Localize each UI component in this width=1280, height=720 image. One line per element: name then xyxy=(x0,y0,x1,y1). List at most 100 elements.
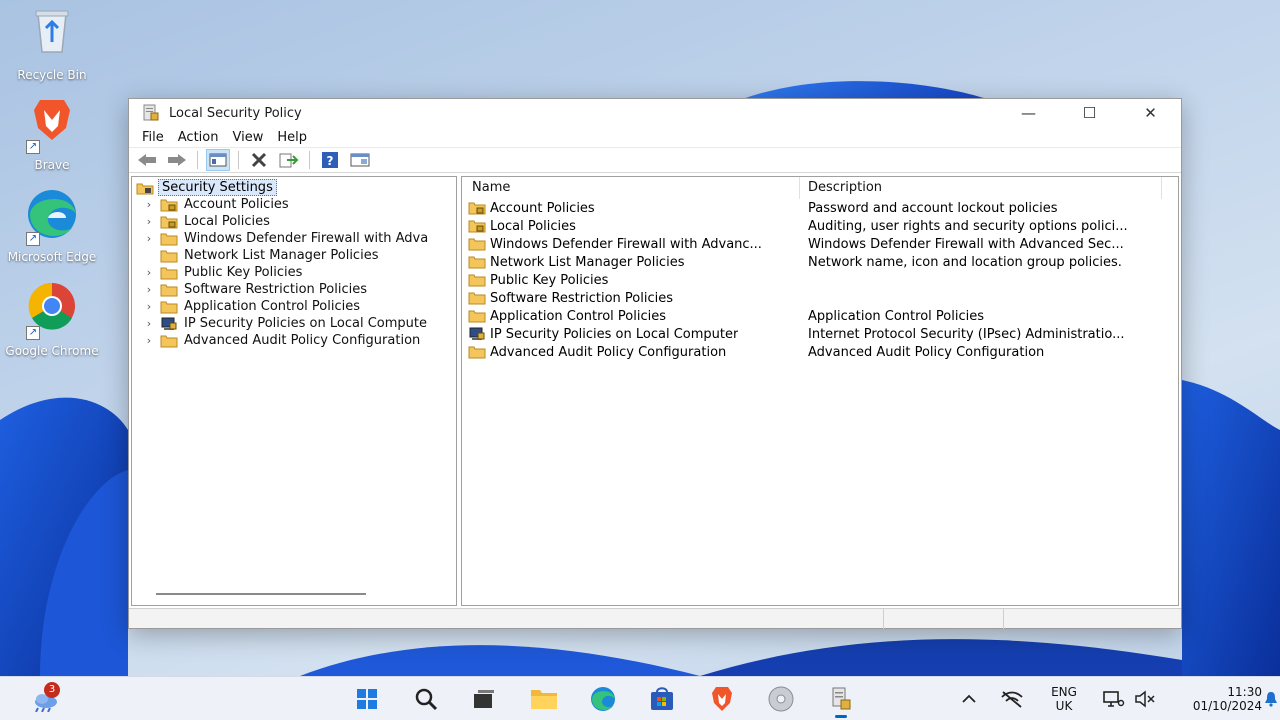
file-explorer-icon xyxy=(531,690,557,709)
row-description: Application Control Policies xyxy=(808,308,984,324)
expand-chevron-icon[interactable]: › xyxy=(138,232,160,245)
status-section xyxy=(129,609,884,629)
export-list-button[interactable] xyxy=(277,149,301,171)
task-view-button[interactable] xyxy=(467,683,501,715)
taskbar: 3 ENG UK 11:30 01/10/2024 xyxy=(0,676,1280,720)
disc-button[interactable] xyxy=(764,683,798,715)
row-name: Public Key Policies xyxy=(490,272,609,288)
help-icon: ? xyxy=(322,152,338,168)
row-name: Account Policies xyxy=(490,200,595,216)
expand-chevron-icon[interactable]: › xyxy=(138,300,160,313)
back-button[interactable] xyxy=(135,149,159,171)
tree-item-account-policies[interactable]: › Account Policies xyxy=(132,196,289,213)
brave-taskbar-button[interactable] xyxy=(705,683,739,715)
expand-chevron-icon[interactable]: › xyxy=(138,317,160,330)
search-button[interactable] xyxy=(409,683,443,715)
edge-taskbar-button[interactable] xyxy=(586,683,620,715)
close-button[interactable]: ✕ xyxy=(1120,99,1181,127)
notifications-button[interactable] xyxy=(1262,683,1280,715)
properties-button[interactable] xyxy=(348,149,372,171)
maximize-button[interactable]: ☐ xyxy=(1059,99,1120,127)
tree-item-windows-defender-firewall[interactable]: › Windows Defender Firewall with Adva xyxy=(132,230,428,247)
expand-chevron-icon[interactable]: › xyxy=(138,215,160,228)
show-hidden-icons-button[interactable] xyxy=(952,683,986,715)
input-language-indicator[interactable]: ENG UK xyxy=(1043,685,1085,713)
tree-root-security-settings[interactable]: Security Settings xyxy=(136,179,277,196)
list-row[interactable]: Account Policies Password and account lo… xyxy=(462,199,1152,217)
menu-help[interactable]: Help xyxy=(270,130,314,145)
menu-file[interactable]: File xyxy=(135,130,171,145)
tree-item-label: Local Policies xyxy=(184,214,270,229)
lock-folder-icon xyxy=(468,220,486,233)
title-bar[interactable]: Local Security Policy — ☐ ✕ xyxy=(129,99,1181,127)
desktop-icon-recycle-bin[interactable]: Recycle Bin xyxy=(2,6,102,82)
list-row[interactable]: IP Security Policies on Local Computer I… xyxy=(462,325,1152,343)
list-row[interactable]: Public Key Policies xyxy=(462,271,1152,289)
tree-item-label: Advanced Audit Policy Configuration xyxy=(184,333,421,348)
display-settings-button[interactable] xyxy=(1097,683,1131,715)
list-row[interactable]: Software Restriction Policies xyxy=(462,289,1152,307)
delete-button[interactable] xyxy=(247,149,271,171)
network-status-button[interactable] xyxy=(995,683,1029,715)
list-row[interactable]: Network List Manager Policies Network na… xyxy=(462,253,1152,271)
recycle-bin-icon xyxy=(22,6,82,66)
list-row[interactable]: Application Control Policies Application… xyxy=(462,307,1152,325)
desktop-icon-edge[interactable]: ↗ Microsoft Edge xyxy=(2,188,102,264)
desktop-icon-label: Google Chrome xyxy=(5,344,99,358)
list-row[interactable]: Local Policies Auditing, user rights and… xyxy=(462,217,1152,235)
console-tree-pane[interactable]: Security Settings › Account Policies › L… xyxy=(131,176,457,606)
local-security-policy-icon xyxy=(832,687,851,710)
store-button[interactable] xyxy=(645,683,679,715)
menu-view[interactable]: View xyxy=(225,130,270,145)
show-hide-tree-button[interactable] xyxy=(206,149,230,171)
desktop-icon-brave[interactable]: ↗ Brave xyxy=(2,96,102,172)
menu-action[interactable]: Action xyxy=(171,130,226,145)
tree-item-ip-security[interactable]: › IP Security Policies on Local Compute xyxy=(132,315,427,332)
volume-muted-icon xyxy=(1135,690,1155,708)
local-security-policy-taskbar-button[interactable] xyxy=(824,683,858,718)
details-list-pane[interactable]: Name Description Account Policies Passwo… xyxy=(461,176,1179,606)
tree-item-label: Network List Manager Policies xyxy=(184,248,379,263)
row-name: Software Restriction Policies xyxy=(490,290,673,306)
tree-item-application-control[interactable]: › Application Control Policies xyxy=(132,298,360,315)
toolbar: ? xyxy=(129,147,1181,173)
column-header-description[interactable]: Description xyxy=(800,177,1162,199)
edge-icon xyxy=(591,687,615,711)
column-header-name[interactable]: Name xyxy=(462,177,800,199)
file-explorer-button[interactable] xyxy=(527,683,561,715)
expand-chevron-icon[interactable]: › xyxy=(138,266,160,279)
expand-chevron-icon[interactable]: › xyxy=(138,283,160,296)
tree-item-label: Windows Defender Firewall with Adva xyxy=(184,231,429,246)
list-row[interactable]: Advanced Audit Policy Configuration Adva… xyxy=(462,343,1152,361)
svg-text:?: ? xyxy=(327,154,334,168)
panes: Security Settings › Account Policies › L… xyxy=(131,176,1179,606)
clock[interactable]: 11:30 01/10/2024 xyxy=(1176,685,1268,713)
properties-icon xyxy=(350,153,370,167)
forward-button[interactable] xyxy=(165,149,189,171)
volume-button[interactable] xyxy=(1128,683,1162,715)
minimize-button[interactable]: — xyxy=(998,99,1059,127)
tree-item-public-key-policies[interactable]: › Public Key Policies xyxy=(132,264,303,281)
chevron-up-icon xyxy=(962,694,976,703)
start-button[interactable] xyxy=(350,683,384,715)
tree-item-label: Software Restriction Policies xyxy=(184,282,367,297)
desktop-icon-label: Recycle Bin xyxy=(17,68,87,82)
tree-item-local-policies[interactable]: › Local Policies xyxy=(132,213,270,230)
expand-chevron-icon[interactable]: › xyxy=(138,198,160,211)
help-button[interactable]: ? xyxy=(318,149,342,171)
tree-horizontal-scrollbar[interactable] xyxy=(156,593,366,595)
desktop-icon-chrome[interactable]: ↗ Google Chrome xyxy=(2,282,102,358)
folder-icon xyxy=(160,284,178,296)
column-header-row: Name Description xyxy=(462,177,1178,199)
tree-item-network-list-manager[interactable]: › Network List Manager Policies xyxy=(132,247,378,264)
security-policy-app-icon xyxy=(143,104,159,121)
expand-chevron-icon[interactable]: › xyxy=(138,334,160,347)
row-description: Windows Defender Firewall with Advanced … xyxy=(808,236,1124,252)
tree-item-software-restriction[interactable]: › Software Restriction Policies xyxy=(132,281,367,298)
weather-widget-button[interactable]: 3 xyxy=(28,682,62,715)
tree-item-advanced-audit[interactable]: › Advanced Audit Policy Configuration xyxy=(132,332,420,349)
clock-date: 01/10/2024 xyxy=(1192,699,1262,713)
tree-item-label: Account Policies xyxy=(184,197,289,212)
list-row[interactable]: Windows Defender Firewall with Advanc...… xyxy=(462,235,1152,253)
status-section xyxy=(1004,609,1180,629)
